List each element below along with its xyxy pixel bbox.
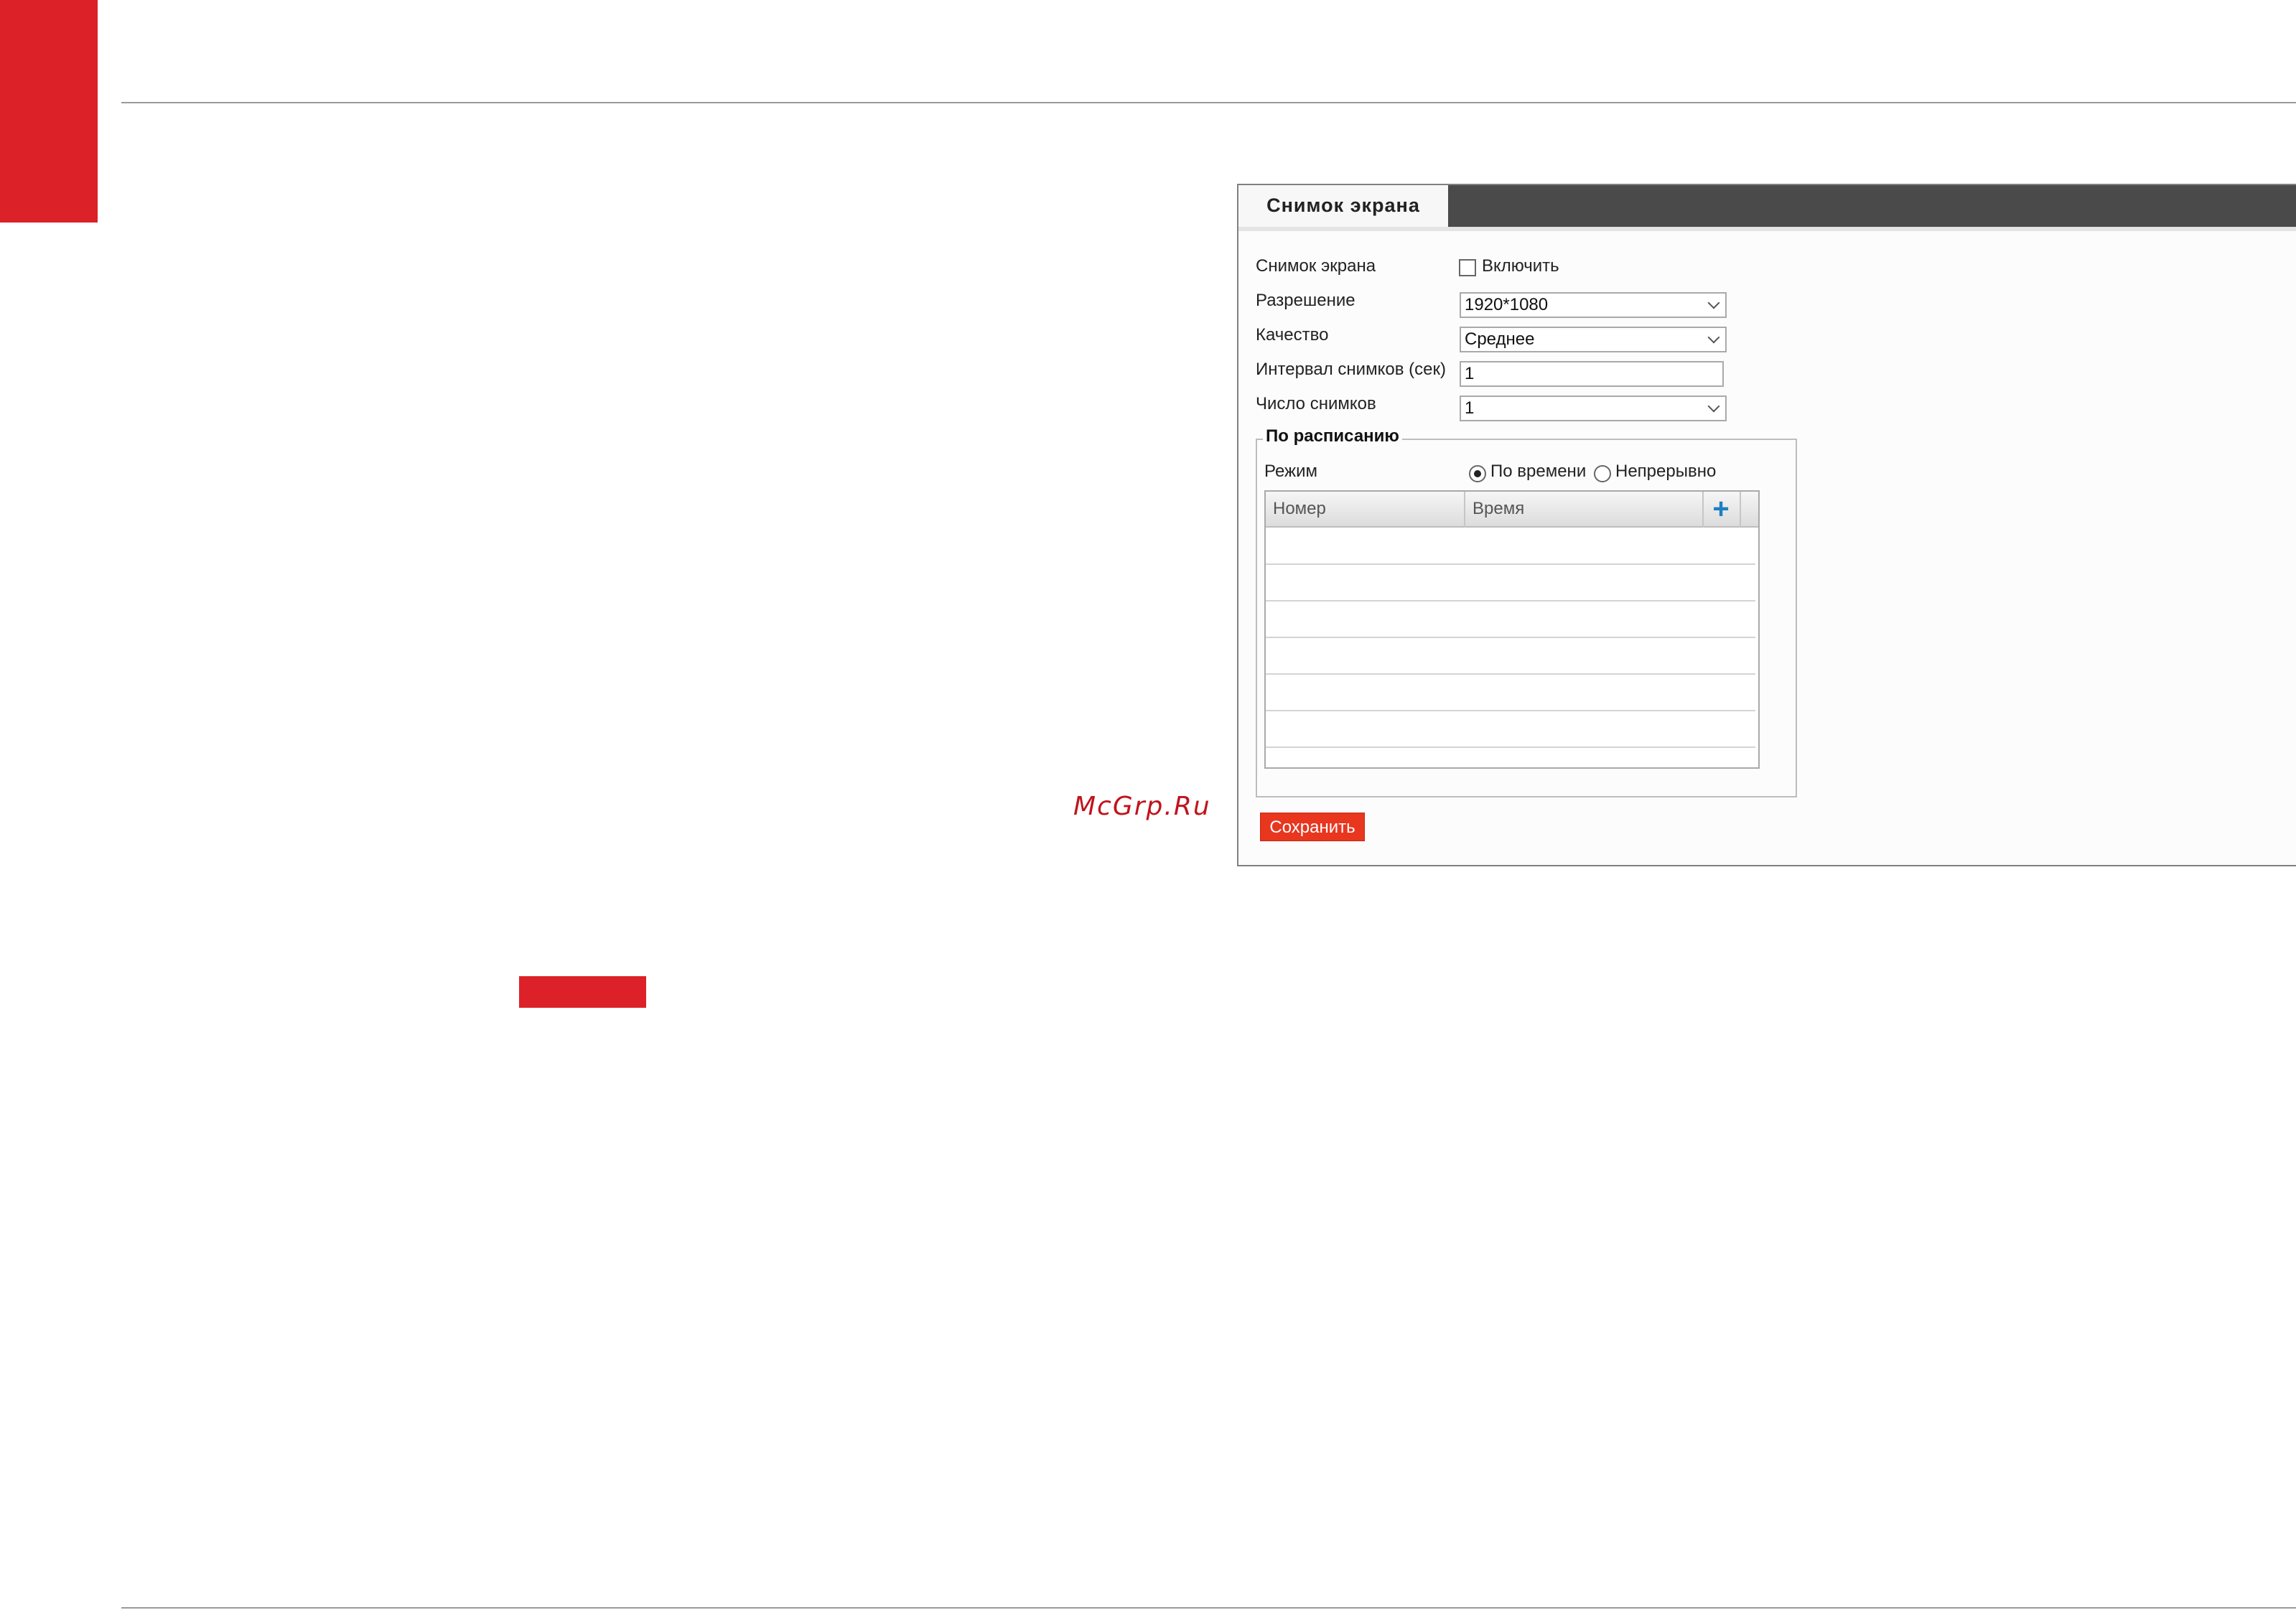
- watermark: McGrp.Ru: [1073, 792, 1211, 821]
- corner-color-block: [0, 0, 98, 223]
- count-label: Число снимков: [1256, 394, 1376, 413]
- mode-radio-continuous[interactable]: [1594, 465, 1611, 482]
- chevron-down-icon: [1707, 400, 1720, 413]
- column-separator: [1702, 492, 1704, 528]
- quality-select[interactable]: Среднее: [1460, 327, 1727, 352]
- count-select[interactable]: 1: [1460, 396, 1727, 421]
- footer-rule: [121, 1607, 2296, 1609]
- chevron-down-icon: [1707, 331, 1720, 344]
- header-rule: [121, 102, 2296, 103]
- resolution-value: 1920*1080: [1465, 295, 1549, 314]
- enable-checkbox[interactable]: [1459, 259, 1476, 276]
- table-row[interactable]: [1266, 563, 1755, 565]
- quality-value: Среднее: [1465, 329, 1535, 349]
- schedule-legend: По расписанию: [1263, 426, 1402, 447]
- resolution-select[interactable]: 1920*1080: [1460, 292, 1727, 318]
- schedule-table: Номер Время +: [1264, 490, 1760, 769]
- resolution-label: Разрешение: [1256, 291, 1355, 310]
- table-row[interactable]: [1266, 673, 1755, 675]
- tab-snapshot[interactable]: Снимок экрана: [1238, 185, 1448, 227]
- table-row[interactable]: [1266, 710, 1755, 711]
- radio-selected-dot: [1474, 470, 1481, 477]
- snapshot-label: Снимок экрана: [1256, 256, 1376, 276]
- save-button[interactable]: Сохранить: [1260, 813, 1365, 841]
- mode-label: Режим: [1264, 462, 1317, 481]
- mode-radio-by-time[interactable]: [1469, 465, 1486, 482]
- mode-option-by-time: По времени: [1490, 462, 1587, 481]
- snapshot-settings-panel: Снимок экрана Снимок экрана Включить Раз…: [1237, 184, 2296, 866]
- red-marker-bar: [519, 976, 646, 1008]
- enable-label: Включить: [1482, 256, 1559, 276]
- table-row[interactable]: [1266, 600, 1755, 602]
- column-separator: [1464, 492, 1465, 528]
- table-header: Номер Время +: [1266, 492, 1758, 528]
- quality-label: Качество: [1256, 325, 1329, 345]
- tab-bar-shadow: [1238, 227, 2296, 231]
- interval-label: Интервал снимков (сек): [1256, 360, 1446, 379]
- add-icon[interactable]: +: [1707, 495, 1735, 523]
- column-separator: [1740, 492, 1741, 528]
- mode-option-continuous: Непрерывно: [1615, 462, 1717, 481]
- chevron-down-icon: [1707, 296, 1720, 309]
- interval-input[interactable]: 1: [1460, 361, 1724, 387]
- tab-bar: Снимок экрана: [1238, 185, 2296, 227]
- table-row[interactable]: [1266, 747, 1755, 748]
- table-row[interactable]: [1266, 637, 1755, 638]
- column-header-number[interactable]: Номер: [1273, 492, 1326, 526]
- count-value: 1: [1465, 398, 1475, 418]
- column-header-time[interactable]: Время: [1473, 492, 1524, 526]
